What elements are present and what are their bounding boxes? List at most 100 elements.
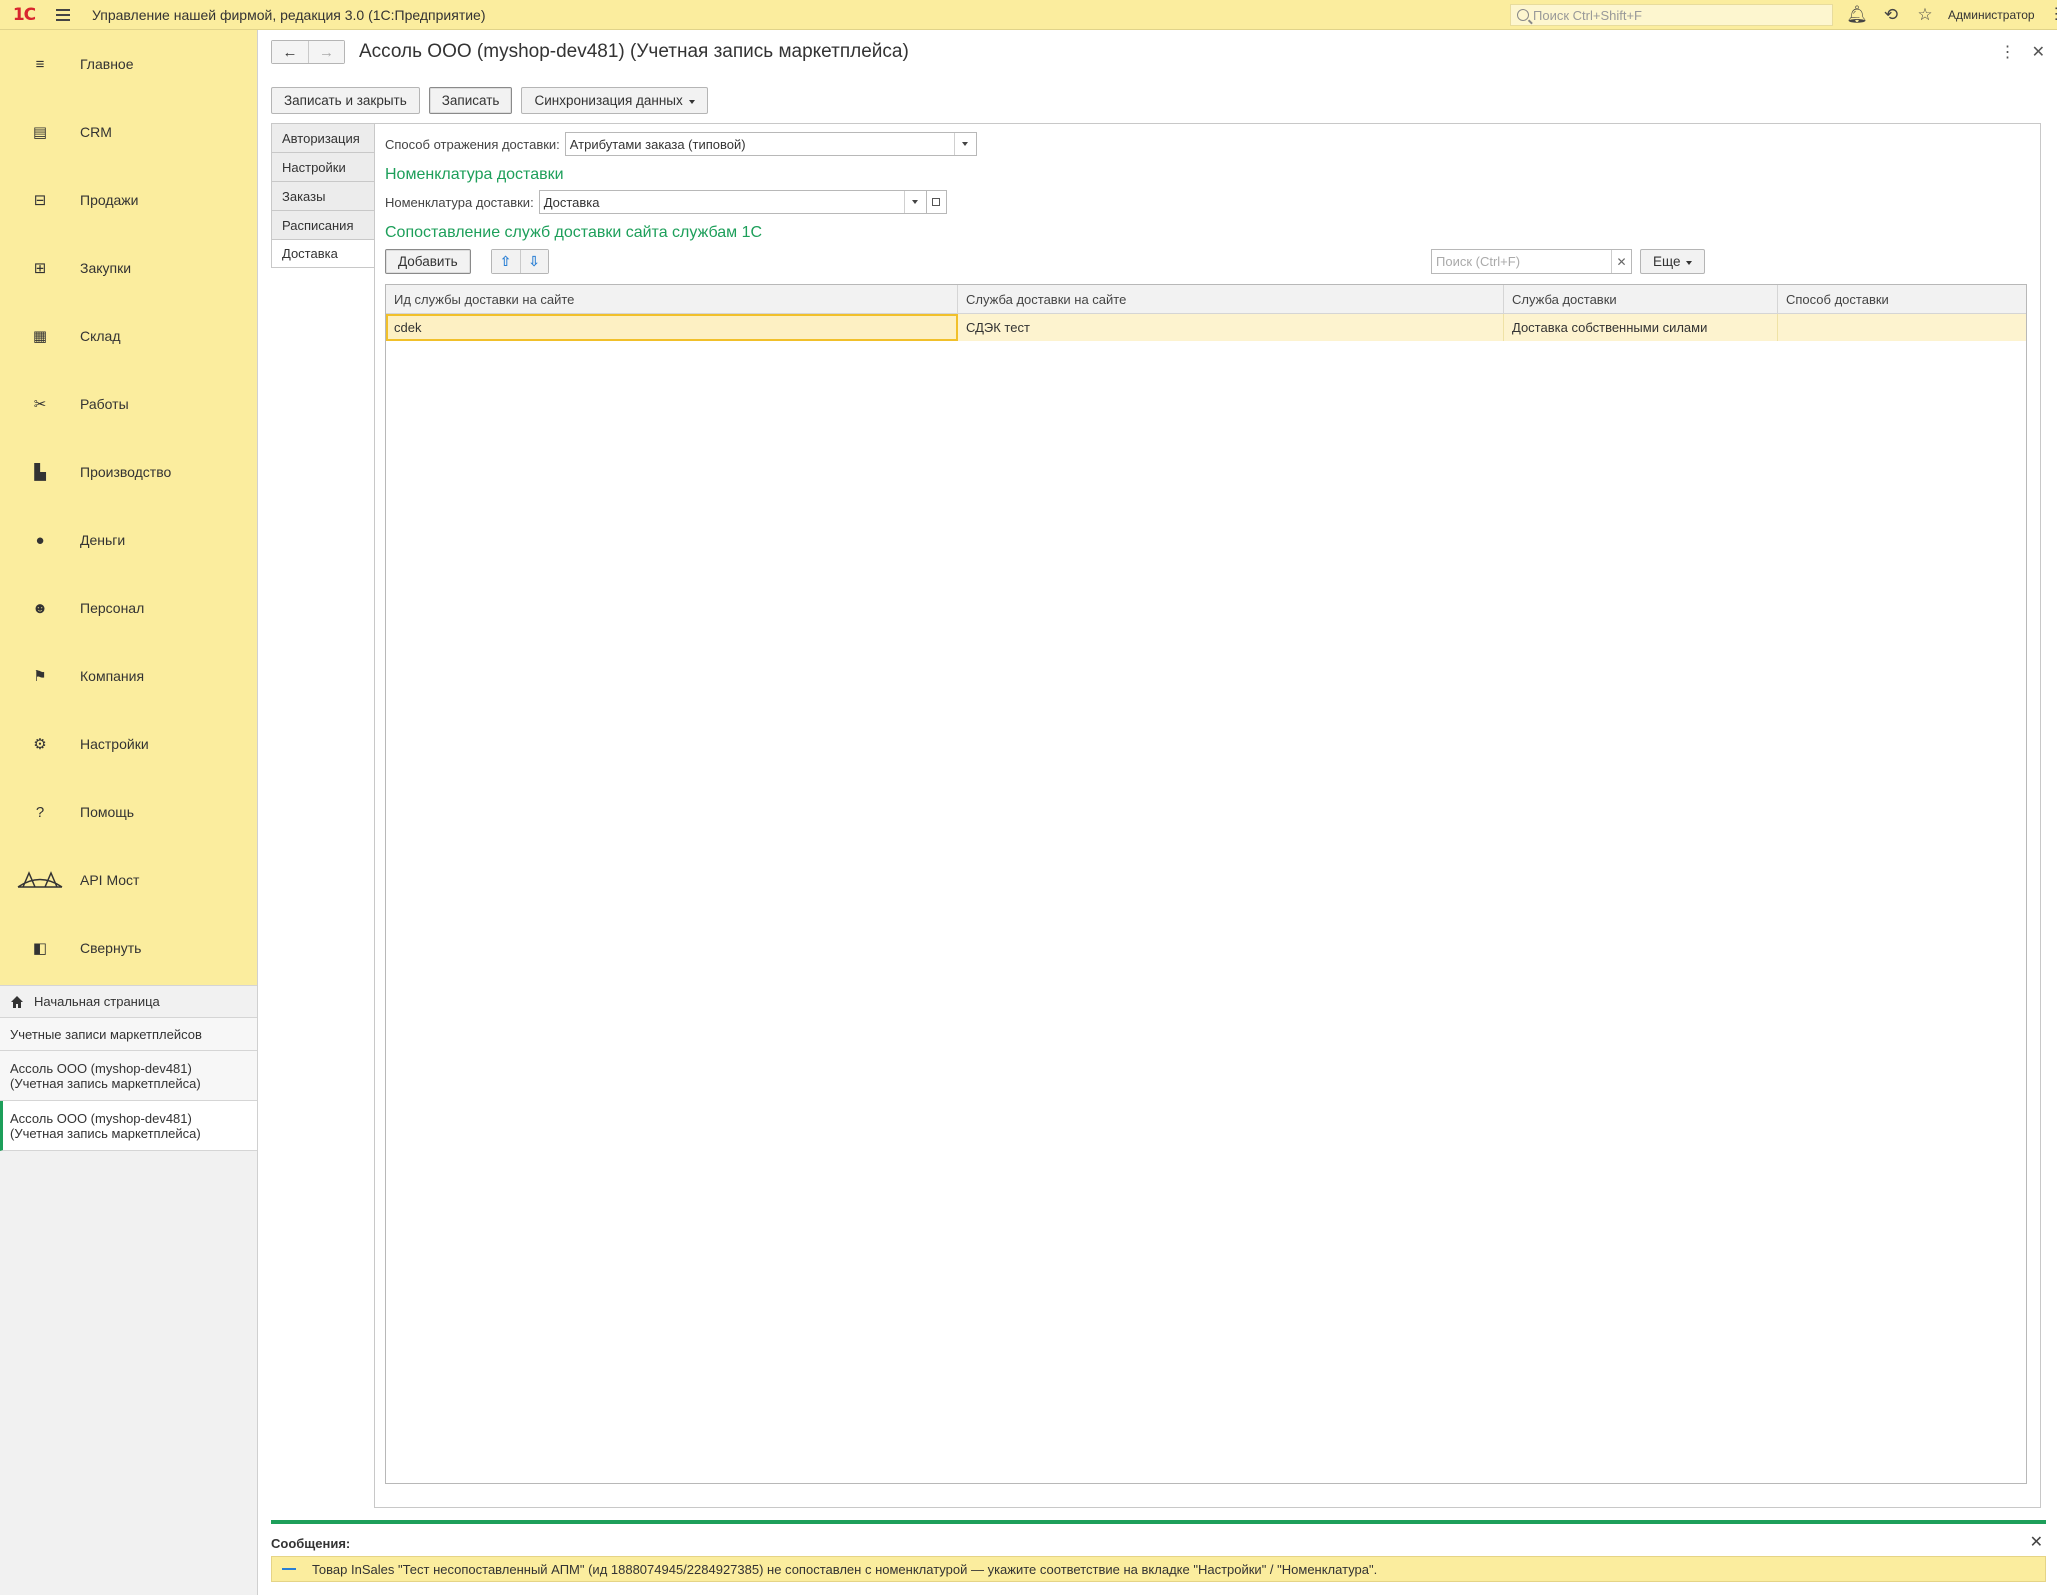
- sidebar-item-label: Работы: [80, 396, 129, 412]
- move-up-icon[interactable]: ⇧: [491, 250, 520, 273]
- mapping-group-title: Сопоставление служб доставки сайта служб…: [385, 224, 763, 241]
- sidebar-item-label: Продажи: [80, 192, 139, 208]
- sidebar-item-sales[interactable]: ⊟ Продажи: [0, 166, 257, 234]
- sidebar-item-production[interactable]: ▙ Производство: [0, 438, 257, 506]
- sync-button-label: Синхронизация данных: [534, 93, 683, 108]
- cell-site-service[interactable]: СДЭК тест: [958, 314, 1504, 341]
- nomenclature-field[interactable]: Доставка: [538, 190, 927, 214]
- command-bar: Записать и закрыть Записать Синхронизаци…: [271, 87, 708, 114]
- history-nav: ← →: [271, 40, 345, 64]
- clear-icon[interactable]: ✕: [1611, 250, 1631, 273]
- bridge-icon: [0, 870, 80, 890]
- app-title: Управление нашей фирмой, редакция 3.0 (1…: [92, 6, 486, 23]
- tab-list: Авторизация Настройки Заказы Расписания …: [271, 123, 375, 268]
- home-icon: [10, 995, 24, 1009]
- tab-schedules[interactable]: Расписания: [271, 210, 375, 239]
- sidebar-item-label: Закупки: [80, 260, 132, 276]
- 1c-logo[interactable]: 1С: [6, 0, 42, 30]
- sidebar-item-main[interactable]: ≡ Главное: [0, 30, 257, 98]
- sidebar-item-collapse[interactable]: ◧ Свернуть: [0, 914, 257, 982]
- more-button-label: Еще: [1653, 254, 1681, 269]
- open-window-accounts[interactable]: Учетные записи маркетплейсов: [0, 1018, 257, 1051]
- global-search-input[interactable]: Поиск Ctrl+Shift+F: [1510, 4, 1833, 26]
- save-button[interactable]: Записать: [428, 87, 513, 114]
- more-button[interactable]: Еще: [1640, 249, 1706, 274]
- sidebar-item-warehouse[interactable]: ▦ Склад: [0, 302, 257, 370]
- move-down-icon[interactable]: ⇩: [519, 250, 548, 273]
- help-icon: ?: [35, 803, 45, 821]
- main-menu-icon[interactable]: [50, 0, 76, 30]
- sidebar-item-help[interactable]: ? Помощь: [0, 778, 257, 846]
- table-search-input[interactable]: Поиск (Ctrl+F) ✕: [1431, 249, 1632, 274]
- close-icon[interactable]: ✕: [2032, 42, 2045, 62]
- message-item[interactable]: Товар InSales "Тест несопоставленный АПМ…: [271, 1556, 2046, 1582]
- tab-orders[interactable]: Заказы: [271, 181, 375, 210]
- sidebar-item-works[interactable]: ✂ Работы: [0, 370, 257, 438]
- sidebar-item-label: Персонал: [80, 600, 145, 616]
- add-button[interactable]: Добавить: [385, 249, 471, 274]
- open-window-label: Учетные записи маркетплейсов: [10, 1026, 202, 1042]
- column-header-service[interactable]: Служба доставки: [1504, 285, 1778, 313]
- column-header-method[interactable]: Способ доставки: [1778, 285, 2026, 313]
- tools-icon: ✂: [33, 396, 47, 413]
- chevron-down-icon[interactable]: [953, 133, 976, 155]
- crm-icon: ▤: [32, 124, 48, 141]
- sidebar-item-money[interactable]: ● Деньги: [0, 506, 257, 574]
- chevron-down-icon[interactable]: [903, 191, 926, 213]
- top-bar: 1С Управление нашей фирмой, редакция 3.0…: [0, 0, 2057, 30]
- sidebar-item-label: Настройки: [80, 736, 149, 752]
- delivery-mapping-table[interactable]: Ид службы доставки на сайте Служба доста…: [385, 284, 2027, 1484]
- sidebar: ≡ Главное ▤ CRM ⊟ Продажи ⊞ Закупки ▦ Склад ✂…: [0, 30, 258, 1595]
- form-title: Ассоль ООО (myshop-dev481) (Учетная запи…: [359, 41, 909, 62]
- more-vertical-icon[interactable]: ⋮: [2000, 42, 2016, 62]
- chevron-down-icon: [1686, 260, 1693, 265]
- back-arrow-icon[interactable]: ←: [272, 41, 308, 63]
- sidebar-item-label: Компания: [80, 668, 145, 684]
- bell-icon[interactable]: 🔔︎: [1840, 0, 1874, 30]
- table-search-placeholder: Поиск (Ctrl+F): [1436, 254, 1521, 269]
- sidebar-item-label: Главное: [80, 56, 134, 72]
- sidebar-item-label: Производство: [80, 464, 172, 480]
- user-name[interactable]: Администратор: [1948, 8, 2035, 22]
- move-buttons: ⇧ ⇩: [490, 249, 549, 274]
- history-icon[interactable]: ⟲: [1874, 0, 1908, 30]
- cell-site-id[interactable]: cdek: [386, 314, 958, 341]
- cell-method[interactable]: [1778, 314, 2026, 341]
- delivery-method-label: Способ отражения доставки:: [385, 136, 560, 152]
- settings-menu-icon[interactable]: ☰: [2045, 0, 2057, 30]
- messages-title: Сообщения:: [271, 1536, 351, 1551]
- sidebar-item-crm[interactable]: ▤ CRM: [0, 98, 257, 166]
- menu-icon: ≡: [35, 55, 45, 73]
- gear-icon: ⚙: [33, 736, 47, 753]
- tab-settings[interactable]: Настройки: [271, 152, 375, 181]
- nomenclature-label: Номенклатура доставки:: [385, 194, 534, 210]
- delivery-method-select[interactable]: Атрибутами заказа (типовой): [564, 132, 977, 156]
- open-window-account-2[interactable]: Ассоль ООО (myshop-dev481) (Учетная запи…: [0, 1101, 257, 1151]
- forward-arrow-icon[interactable]: →: [308, 41, 344, 63]
- sidebar-item-settings[interactable]: ⚙ Настройки: [0, 710, 257, 778]
- column-header-site-id[interactable]: Ид службы доставки на сайте: [386, 285, 958, 313]
- save-close-button[interactable]: Записать и закрыть: [271, 87, 420, 114]
- open-item-icon[interactable]: [926, 190, 947, 214]
- close-messages-icon[interactable]: ✕: [2030, 1532, 2043, 1552]
- open-window-home[interactable]: Начальная страница: [0, 986, 257, 1018]
- sidebar-item-label: API Мост: [80, 872, 140, 888]
- star-icon[interactable]: ☆: [1908, 0, 1942, 30]
- tab-delivery[interactable]: Доставка: [271, 239, 375, 268]
- table-header: Ид службы доставки на сайте Служба доста…: [386, 285, 2026, 314]
- sidebar-item-api-bridge[interactable]: API Мост: [0, 846, 257, 914]
- sidebar-item-purchases[interactable]: ⊞ Закупки: [0, 234, 257, 302]
- message-marker-icon: [282, 1568, 296, 1570]
- global-search-placeholder: Поиск Ctrl+Shift+F: [1533, 7, 1642, 23]
- sidebar-item-personnel[interactable]: ☻ Персонал: [0, 574, 257, 642]
- column-header-site-service[interactable]: Служба доставки на сайте: [958, 285, 1504, 313]
- tab-authorization[interactable]: Авторизация: [271, 123, 375, 152]
- sync-button[interactable]: Синхронизация данных: [521, 87, 708, 114]
- open-window-sublabel: (Учетная запись маркетплейса): [10, 1075, 201, 1091]
- table-row[interactable]: cdek СДЭК тест Доставка собственными сил…: [386, 314, 2026, 341]
- message-text: Товар InSales "Тест несопоставленный АПМ…: [312, 1561, 1378, 1577]
- sidebar-item-company[interactable]: ⚑ Компания: [0, 642, 257, 710]
- open-window-account-1[interactable]: Ассоль ООО (myshop-dev481) (Учетная запи…: [0, 1051, 257, 1101]
- delivery-method-value: Атрибутами заказа (типовой): [569, 136, 746, 152]
- cell-service[interactable]: Доставка собственными силами: [1504, 314, 1778, 341]
